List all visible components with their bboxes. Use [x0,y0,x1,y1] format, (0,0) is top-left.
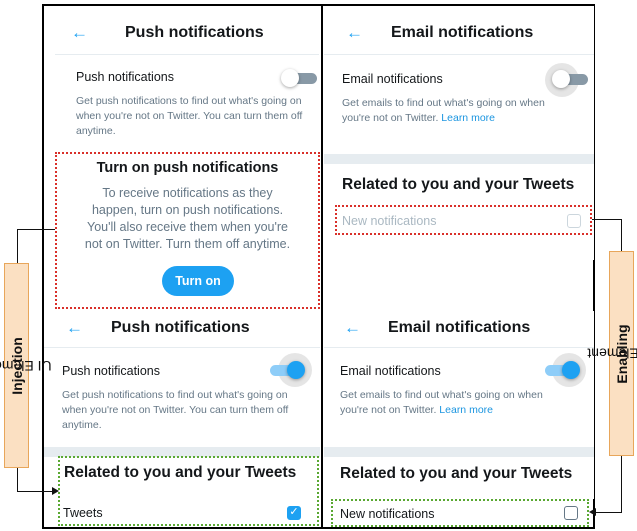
page-title: Push notifications [125,24,264,41]
arrow-left-icon[interactable]: ← [71,23,88,43]
email-notifications-screen-after: ← Email notifications Email notification… [324,311,594,499]
label-text: UI Element Injection [0,337,51,395]
dialog-title: Turn on push notifications [96,160,279,176]
new-notifications-label: New notifications [340,507,435,521]
label-prefix: UI Element [586,345,637,362]
connector-line [596,512,622,513]
toggle-knob [552,70,570,88]
label-prefix: UI Element [0,357,52,374]
panel-divider [321,4,323,529]
push-notifications-description: Get push notifications to find out what'… [76,95,303,137]
header: ← Push notifications [55,14,319,55]
toggle-knob [562,361,580,379]
tweets-label: Tweets [63,506,103,520]
new-notifications-checkbox [567,214,581,228]
section-separator [324,447,594,457]
dialog-text: To receive notifications as they happen,… [84,186,291,251]
push-notifications-label: Push notifications [76,70,174,84]
push-notifications-description: Get push notifications to find out what'… [62,389,289,431]
ui-element-enabling-label: UI Element Enabling [587,251,637,456]
new-notifications-checkbox[interactable] [564,506,578,520]
email-notifications-description: Get emails to find out what's going on w… [340,388,572,418]
page-title: Email notifications [388,319,531,336]
enabled-element-highlight: New notifications [331,499,589,527]
toggle-knob [287,361,305,379]
arrow-right-icon [52,487,59,495]
push-notifications-toggle[interactable] [281,69,317,87]
push-notifications-label: Push notifications [62,364,160,378]
header: ← Email notifications [324,311,594,348]
learn-more-link[interactable]: Learn more [439,404,493,416]
ui-element-injection-label: UI Element Injection [0,263,51,468]
connector-line [17,491,53,492]
page-title: Push notifications [111,319,250,336]
connector-line [621,219,622,251]
email-notifications-description: Get emails to find out what's going on w… [342,96,574,126]
section-heading: Related to you and your Tweets [342,176,575,193]
section-separator [324,154,594,164]
arrow-left-icon[interactable]: ← [344,318,361,338]
push-notifications-toggle[interactable] [270,361,305,379]
email-notifications-toggle[interactable] [545,361,580,379]
arrow-left-icon[interactable]: ← [346,23,363,43]
turn-on-button[interactable]: Turn on [162,266,234,296]
email-notifications-label: Email notifications [342,72,443,86]
connector-line [17,229,18,263]
connector-line [17,468,18,491]
toggle-knob [281,69,299,87]
label-text: UI Element Enabling [587,324,637,383]
email-notifications-toggle[interactable] [552,70,588,88]
section-heading: Related to you and your Tweets [64,464,297,481]
learn-more-link[interactable]: Learn more [441,112,495,124]
new-notifications-label: New notifications [342,214,437,228]
injected-element-highlight: Turn on push notifications To receive no… [55,152,320,309]
page-title: Email notifications [391,24,534,41]
header: ← Email notifications [324,14,594,55]
header: ← Push notifications [44,311,320,348]
connector-line [621,456,622,513]
email-notifications-label: Email notifications [340,364,441,378]
connector-line [17,229,55,230]
arrow-left-icon[interactable]: ← [66,318,83,338]
tweets-checkbox[interactable]: ✓ [287,506,301,520]
disabled-element-highlight: New notifications [335,205,592,235]
arrow-left-icon [589,508,596,516]
section-heading: Related to you and your Tweets [340,465,573,482]
enabled-section-highlight: Related to you and your Tweets Tweets ✓ [58,456,319,526]
connector-line [592,219,622,220]
